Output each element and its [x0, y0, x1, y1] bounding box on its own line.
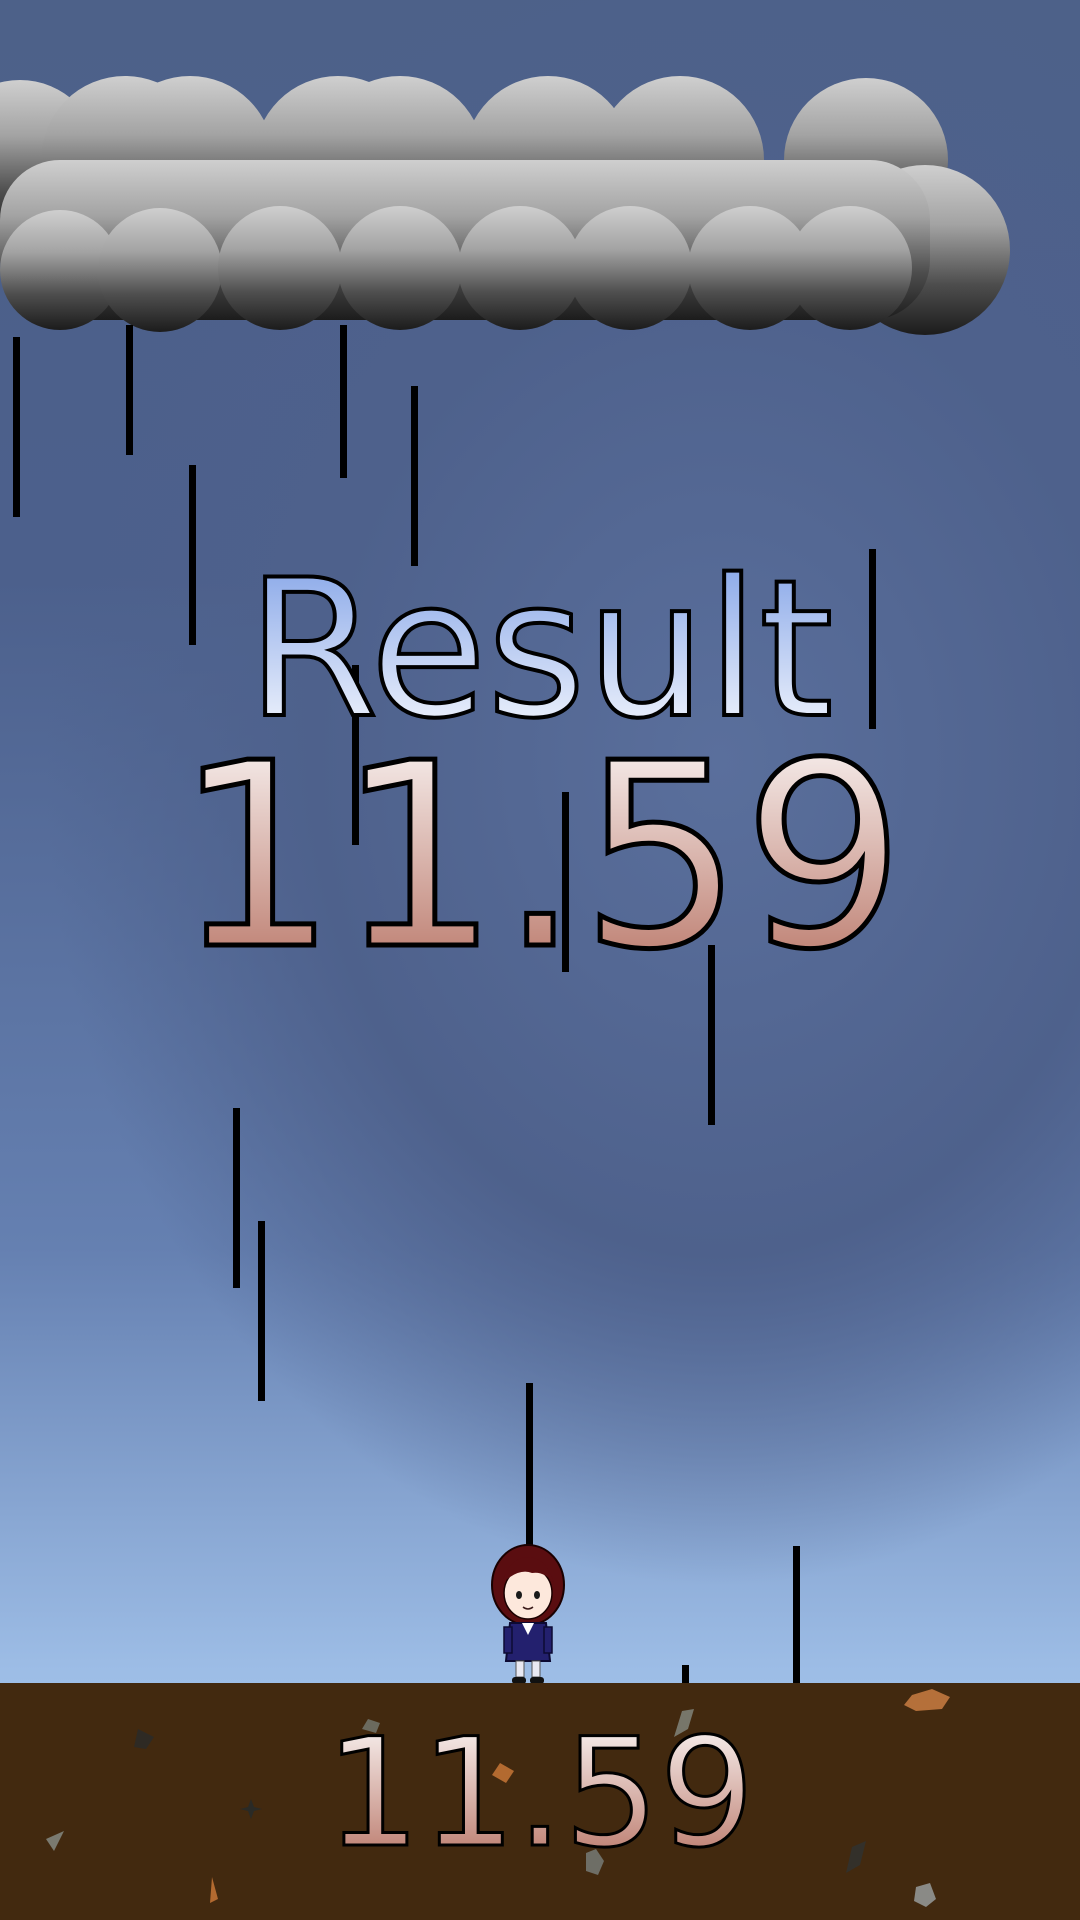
result-score: 11.59	[172, 707, 907, 961]
rock-icon	[914, 1883, 936, 1907]
raindrop-line	[708, 945, 715, 1125]
ground-score: 11.59	[324, 1706, 756, 1883]
raindrop-line	[526, 1383, 533, 1563]
raindrop-line	[340, 325, 347, 478]
game-scene: Result 11.59 11.59	[0, 0, 1080, 1920]
raindrop-line	[793, 1546, 800, 1686]
result-score-text: 11.59	[175, 709, 905, 960]
schoolgirl-character-icon	[491, 1544, 565, 1684]
raindrop-line	[233, 1108, 240, 1288]
raindrop-line	[682, 1665, 689, 1685]
raindrop-line	[13, 337, 20, 517]
raindrop-line	[258, 1221, 265, 1401]
raindrop-line	[126, 325, 133, 455]
ground-score-text: 11.59	[325, 1707, 754, 1881]
storm-cloud-icon	[0, 76, 1010, 335]
